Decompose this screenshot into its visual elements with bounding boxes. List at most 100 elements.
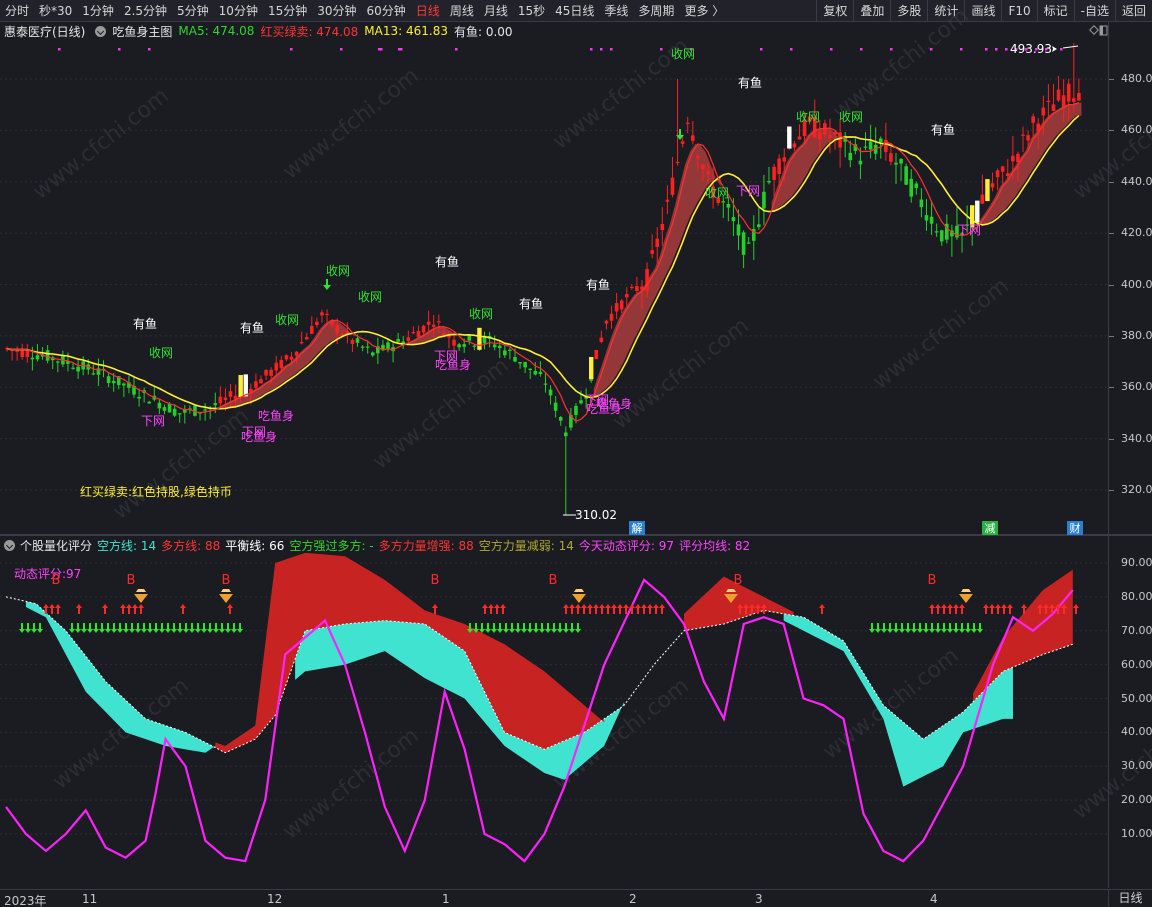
up-arrow-icon	[494, 604, 500, 614]
axis-tick-mark	[1109, 387, 1114, 389]
candle-body	[1016, 153, 1020, 163]
down-arrow-icon	[899, 623, 905, 633]
candle-body	[914, 183, 919, 189]
candle-body	[731, 217, 736, 222]
signal-dot	[590, 48, 593, 51]
signal-dot	[830, 48, 833, 51]
candle-body	[203, 409, 207, 411]
up-arrow-icon	[983, 604, 989, 614]
signal-dot	[290, 48, 293, 51]
candle-body	[523, 362, 527, 368]
candle-body	[457, 344, 461, 348]
down-arrow-icon	[19, 623, 25, 633]
youyu-label: 有鱼	[133, 317, 157, 331]
candle-body	[279, 359, 284, 369]
candle-body	[726, 203, 731, 208]
xiawang-label: 下网	[736, 184, 760, 198]
down-arrow-icon	[141, 623, 147, 633]
high-price-label: 493.93	[1010, 42, 1052, 56]
down-arrow-icon	[941, 623, 947, 633]
down-arrow-icon	[503, 623, 509, 633]
candle-body	[538, 371, 543, 374]
down-arrow-icon	[947, 623, 953, 633]
shouwang-label: 收网	[839, 110, 863, 124]
buy-marker: B	[222, 573, 231, 588]
up-arrow-icon	[49, 604, 55, 614]
axis-tick-label: 80.00	[1121, 589, 1152, 603]
chiyushen-label: 吃鱼身	[435, 357, 471, 372]
signal-dot	[380, 48, 383, 51]
candle-body	[259, 379, 263, 384]
candle-body	[660, 223, 665, 231]
down-arrow-icon	[129, 623, 135, 633]
shouwang-label: 收网	[796, 110, 820, 124]
candle-body	[431, 324, 436, 327]
up-arrow-icon	[1073, 604, 1079, 614]
down-arrow-icon	[207, 623, 213, 633]
up-arrow-icon	[102, 604, 108, 614]
candle-body	[924, 215, 929, 221]
signal-dot	[790, 48, 793, 51]
event-marker-label: 减	[985, 522, 996, 535]
candle-body	[284, 355, 289, 360]
candle-body	[71, 367, 75, 369]
youyu-label: 有鱼	[240, 321, 264, 335]
buy-marker: B	[734, 573, 743, 588]
youyu-label: 有鱼	[519, 297, 543, 311]
shouwang-label: 收网	[275, 313, 299, 327]
axis-tick-mark	[1109, 335, 1114, 337]
down-arrow-icon	[509, 623, 515, 633]
down-arrow-icon	[183, 623, 189, 633]
candle-body	[467, 335, 472, 341]
axis-tick-label: 400.00	[1121, 277, 1152, 291]
down-arrow-icon	[887, 623, 893, 633]
candle-body	[508, 349, 512, 351]
candle-body	[411, 332, 416, 334]
candle-body	[939, 230, 944, 242]
diamond-icon	[574, 589, 584, 592]
candle-body	[416, 330, 421, 338]
down-arrow-icon	[237, 623, 243, 633]
candle-body	[472, 345, 477, 347]
buy-marker: B	[549, 573, 558, 588]
down-arrow-icon	[195, 623, 201, 633]
axis-tick-mark	[1109, 181, 1114, 183]
candle-body	[696, 156, 700, 159]
axis-tick-mark	[1109, 438, 1114, 440]
candle-body	[437, 321, 441, 323]
candle-body	[757, 224, 761, 228]
candle-body	[858, 160, 863, 165]
date-axis-label: 11	[82, 892, 98, 906]
signal-dot	[400, 48, 403, 51]
down-arrow-icon	[123, 623, 129, 633]
signal-candle	[985, 179, 990, 202]
candle-body	[294, 351, 299, 356]
down-arrow-icon	[905, 623, 911, 633]
candle-body	[564, 432, 568, 437]
period-label[interactable]: 日线	[1108, 890, 1152, 907]
candle-body	[528, 368, 533, 370]
candle-body	[1021, 134, 1025, 136]
candle-body	[782, 157, 787, 162]
signal-dot	[890, 48, 893, 51]
date-axis-label: 2	[629, 892, 637, 906]
candle-body	[1077, 92, 1081, 101]
candle-body	[426, 321, 431, 325]
candle-body	[767, 180, 771, 183]
candle-body	[579, 400, 583, 404]
candle-body	[56, 361, 60, 363]
down-arrow-icon	[491, 623, 497, 633]
candle-body	[254, 381, 258, 388]
candle-body	[797, 136, 802, 140]
down-arrow-icon	[159, 623, 165, 633]
down-arrow-icon	[569, 623, 575, 633]
up-arrow-icon	[653, 604, 659, 614]
down-arrow-icon	[69, 623, 75, 633]
signal-candle	[243, 374, 248, 397]
buy-marker: B	[928, 573, 937, 588]
axis-tick-label: 380.00	[1121, 328, 1152, 342]
down-arrow-icon	[893, 623, 899, 633]
chart-canvas[interactable]: www.cfchi.com www.cfchi.com www.cfchi.com w…	[0, 0, 1152, 889]
candle-body	[792, 143, 797, 148]
down-arrow-icon	[563, 623, 569, 633]
